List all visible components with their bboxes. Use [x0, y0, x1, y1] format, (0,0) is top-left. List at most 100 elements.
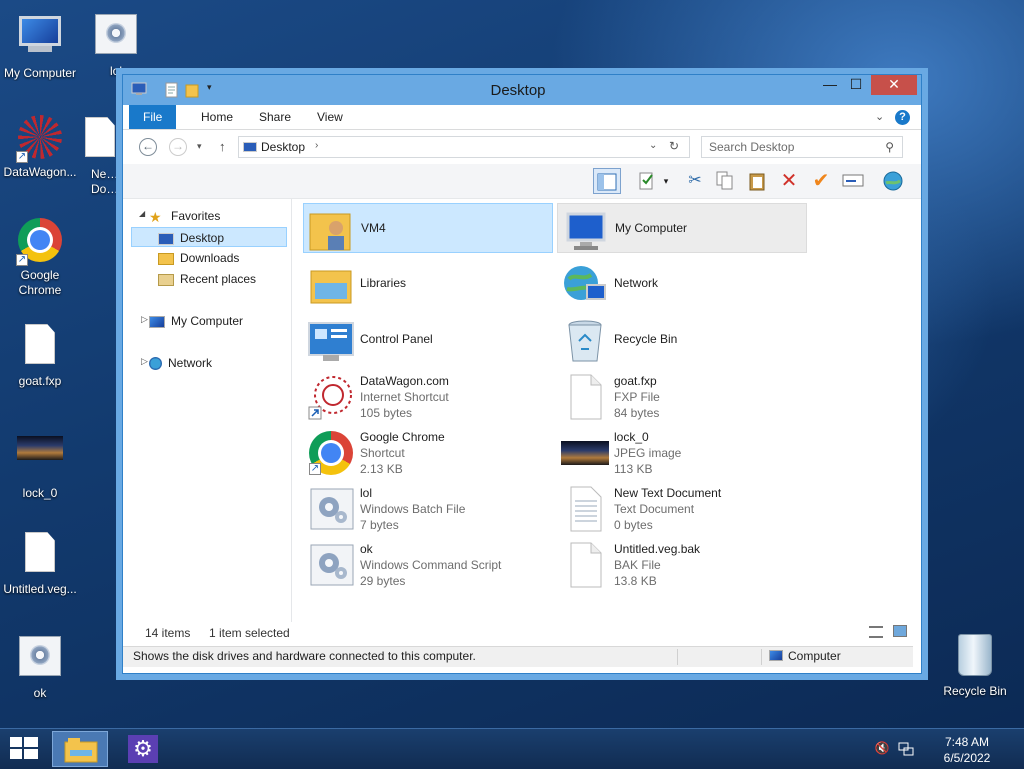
- rename-icon[interactable]: [839, 168, 867, 194]
- file-name: My Computer: [615, 221, 688, 235]
- batch-file-icon: [92, 14, 140, 62]
- desktop-icon-new-text-document[interactable]: New T Docum: [80, 113, 120, 197]
- nav-network[interactable]: Network: [149, 353, 212, 373]
- taskbar-file-explorer[interactable]: [52, 731, 108, 767]
- volume-muted-icon[interactable]: 🔇: [874, 741, 890, 757]
- nav-label: My Computer: [171, 314, 244, 328]
- my-computer-expand-icon[interactable]: ▷: [141, 314, 148, 325]
- desktop-icon-label: Google Chrome: [18, 268, 62, 297]
- refresh-icon[interactable]: ↻: [669, 139, 679, 153]
- file-icon: [16, 532, 64, 580]
- file-tile-vm4[interactable]: VM4: [303, 203, 553, 253]
- nav-favorites[interactable]: ★ Favorites: [149, 206, 220, 226]
- large-icons-view-icon[interactable]: [893, 625, 907, 637]
- forward-button[interactable]: →: [169, 138, 187, 156]
- network-expand-icon[interactable]: ▷: [141, 356, 148, 367]
- properties-dropdown-icon[interactable]: ▾: [659, 168, 673, 194]
- preview-pane-button[interactable]: [593, 168, 621, 194]
- file-tile-lol[interactable]: lol Windows Batch File 7 bytes: [303, 483, 553, 533]
- nav-recent-places[interactable]: Recent places: [158, 269, 256, 289]
- desktop-location-icon: [243, 142, 257, 152]
- minimize-button[interactable]: —: [817, 75, 843, 95]
- desktop-icon-lock-0[interactable]: lock_0: [0, 424, 80, 501]
- selection-count: 1 item selected: [209, 626, 290, 640]
- file-name: VM4: [361, 221, 386, 235]
- copy-icon[interactable]: [711, 168, 739, 194]
- help-icon[interactable]: ?: [895, 110, 910, 125]
- nav-downloads[interactable]: Downloads: [158, 248, 239, 268]
- user-folder-icon: [308, 206, 356, 254]
- address-location[interactable]: Desktop: [261, 140, 305, 154]
- delete-icon[interactable]: ✕: [775, 168, 803, 194]
- file-tile-recycle-bin[interactable]: Recycle Bin: [557, 315, 807, 365]
- file-tile-libraries[interactable]: Libraries: [303, 259, 553, 309]
- address-bar[interactable]: Desktop › ⌄ ↻: [238, 136, 690, 158]
- cut-icon[interactable]: ✂: [681, 168, 709, 194]
- file-type: Windows Batch File: [360, 502, 466, 516]
- computer-icon: [562, 206, 610, 254]
- desktop-icon-google-chrome[interactable]: ↗ Google Chrome: [0, 216, 80, 298]
- tab-view[interactable]: View: [303, 105, 357, 129]
- file-tile-google-chrome[interactable]: ↗ Google Chrome Shortcut 2.13 KB: [303, 427, 553, 477]
- file-name: lol: [360, 486, 373, 500]
- chrome-icon: ↗: [16, 218, 64, 266]
- file-tile-untitled-veg-bak[interactable]: Untitled.veg.bak BAK File 13.8 KB: [557, 539, 807, 589]
- file-tile-ok[interactable]: ok Windows Command Script 29 bytes: [303, 539, 553, 589]
- favorites-expand-icon[interactable]: ◢: [139, 209, 145, 218]
- recycle-bin-icon: [561, 317, 609, 365]
- nav-desktop[interactable]: Desktop: [131, 227, 287, 247]
- maximize-button[interactable]: ☐: [843, 75, 869, 95]
- desktop-icon-label: New T Docum: [91, 167, 120, 196]
- back-button[interactable]: ←: [139, 138, 157, 156]
- properties-button[interactable]: [633, 168, 661, 194]
- desktop-icon-goat-fxp[interactable]: goat.fxp: [0, 320, 80, 389]
- text-doc-icon: [561, 485, 609, 533]
- desktop-icon-untitled-veg[interactable]: Untitled.veg...: [0, 528, 80, 597]
- file-name: Network: [614, 276, 659, 290]
- file-tile-datawagon[interactable]: DataWagon.com Internet Shortcut 105 byte…: [303, 371, 553, 421]
- file-tile-lock-0[interactable]: lock_0 JPEG image 113 KB: [557, 427, 807, 477]
- address-dropdown-icon[interactable]: ⌄: [649, 140, 657, 151]
- nav-my-computer[interactable]: My Computer: [149, 311, 243, 331]
- desktop-icon-my-computer[interactable]: My Computer: [0, 10, 80, 81]
- shortcut-arrow-icon: ↗: [16, 254, 28, 266]
- taskbar-settings-app[interactable]: ⚙: [114, 731, 170, 767]
- batch-file-icon: [307, 541, 355, 589]
- file-tile-network[interactable]: Network: [557, 259, 807, 309]
- file-tile-goat-fxp[interactable]: goat.fxp FXP File 84 bytes: [557, 371, 807, 421]
- recent-locations-dropdown[interactable]: ▾: [197, 141, 202, 152]
- desktop-icon-datawagon[interactable]: ↗ DataWagon...: [0, 113, 80, 180]
- file-name: goat.fxp: [614, 374, 657, 388]
- file-type: FXP File: [614, 390, 660, 404]
- internet-shortcut-icon: ↗: [16, 115, 64, 163]
- desktop-icon-lol[interactable]: lol: [76, 10, 156, 79]
- desktop-icon-recycle-bin[interactable]: Recycle Bin: [935, 632, 1015, 699]
- desktop-icon-ok[interactable]: ok: [0, 632, 80, 701]
- gear-icon: ⚙: [128, 735, 158, 763]
- file-tile-control-panel[interactable]: Control Panel: [303, 315, 553, 365]
- details-view-icon[interactable]: [869, 626, 883, 638]
- search-input[interactable]: Search Desktop ⚲: [701, 136, 903, 158]
- file-tile-my-computer[interactable]: My Computer: [557, 203, 807, 253]
- desktop-icon: [158, 232, 174, 245]
- file-tile-new-text-document[interactable]: New Text Document Text Document 0 bytes: [557, 483, 807, 533]
- batch-file-icon: [16, 636, 64, 684]
- search-icon[interactable]: ⚲: [885, 137, 894, 157]
- close-button[interactable]: ✕: [871, 75, 917, 95]
- tab-home[interactable]: Home: [187, 105, 247, 129]
- breadcrumb-chevron-icon[interactable]: ›: [315, 140, 318, 151]
- start-button[interactable]: [0, 729, 48, 769]
- desktop-icon-label: DataWagon...: [3, 165, 77, 179]
- up-button[interactable]: ↑: [219, 139, 226, 154]
- title-bar[interactable]: ▾ Desktop — ☐ ✕: [123, 75, 921, 105]
- expand-ribbon-icon[interactable]: ⌄: [875, 110, 884, 123]
- taskbar-clock[interactable]: 7:48 AM 6/5/2022: [932, 734, 1002, 766]
- paste-icon[interactable]: [743, 168, 771, 194]
- file-type: Internet Shortcut: [360, 390, 449, 404]
- tab-share[interactable]: Share: [245, 105, 305, 129]
- downloads-folder-icon: [158, 252, 174, 265]
- rename-check-icon[interactable]: ✔: [807, 168, 835, 194]
- network-globe-icon[interactable]: [879, 168, 907, 194]
- tab-file[interactable]: File: [129, 105, 177, 129]
- network-status-icon[interactable]: [898, 741, 914, 757]
